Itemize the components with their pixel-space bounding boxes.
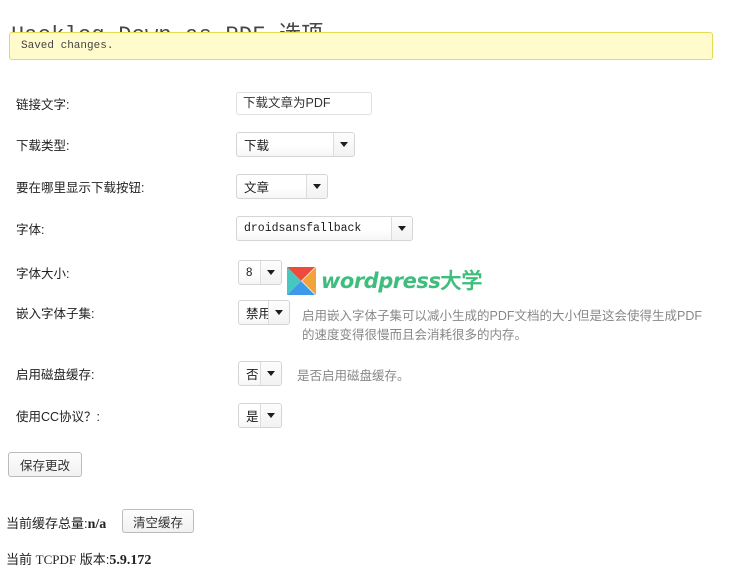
tcpdf-name: TCPDF [35, 552, 77, 567]
help-disk-cache: 是否启用磁盘缓存。 [297, 369, 410, 383]
clear-cache-button[interactable]: 清空缓存 [122, 509, 195, 533]
font-subsetting-select[interactable]: 禁用 [238, 300, 290, 325]
help-font-subsetting: 启用嵌入字体子集可以减小生成的PDF文档的大小但是这会使得生成PDF的速度变得很… [302, 309, 703, 342]
chevron-down-icon [268, 301, 289, 324]
watermark-text-cjk: 大学 [440, 268, 483, 293]
label-font-subsetting: 嵌入字体子集: [16, 307, 95, 321]
chevron-down-icon [260, 362, 281, 385]
tcpdf-version-value: 5.9.172 [109, 553, 152, 568]
font-subsetting-value: 禁用 [246, 307, 268, 321]
cache-total-value: n/a [87, 517, 107, 532]
watermark-text-latin: wordpress [321, 268, 441, 293]
tcpdf-version-line: 当前 TCPDF 版本:5.9.172 [6, 549, 151, 569]
cache-total-label: 当前缓存总量: [6, 516, 88, 531]
disk-cache-select[interactable]: 否 [238, 361, 282, 386]
label-download-type: 下载类型: [16, 139, 70, 153]
chevron-down-icon [333, 133, 354, 156]
chevron-down-icon [391, 217, 412, 240]
tcpdf-version-prefix: 当前 [6, 552, 33, 567]
font-size-value: 8 [246, 266, 253, 279]
watermark-text: wordpress大学 [321, 268, 483, 293]
label-link-text: 链接文字: [16, 98, 70, 112]
link-text-input[interactable]: 下载文章为PDF [236, 92, 372, 115]
four-triangle-logo-icon [287, 266, 316, 296]
wordpress-daxue-watermark-logo: wordpress大学 [287, 266, 482, 296]
chevron-down-icon [260, 261, 281, 284]
label-disk-cache: 启用磁盘缓存: [16, 368, 95, 382]
label-font: 字体: [16, 223, 45, 237]
font-value: droidsansfallback [244, 222, 362, 235]
tcpdf-version-suffix: 版本: [79, 552, 110, 567]
notice-message: Saved changes. [21, 40, 114, 52]
display-location-select[interactable]: 文章 [236, 174, 328, 199]
font-size-select[interactable]: 8 [238, 260, 282, 285]
chevron-down-icon [260, 404, 281, 427]
disk-cache-value: 否 [246, 368, 259, 382]
save-changes-button[interactable]: 保存更改 [8, 452, 83, 477]
cc-license-select[interactable]: 是 [238, 403, 282, 428]
label-display-location: 要在哪里显示下载按钮: [16, 181, 145, 195]
font-select[interactable]: droidsansfallback [236, 216, 413, 241]
display-location-value: 文章 [244, 181, 270, 195]
download-type-value: 下载 [244, 139, 270, 153]
chevron-down-icon [306, 175, 327, 198]
label-font-size: 字体大小: [16, 267, 70, 281]
cc-license-value: 是 [246, 410, 259, 424]
saved-changes-notice: Saved changes. [9, 32, 713, 60]
download-type-select[interactable]: 下载 [236, 132, 355, 157]
label-cc-license: 使用CC协议？: [16, 410, 101, 424]
cache-total-line: 当前缓存总量:n/a [6, 513, 106, 533]
